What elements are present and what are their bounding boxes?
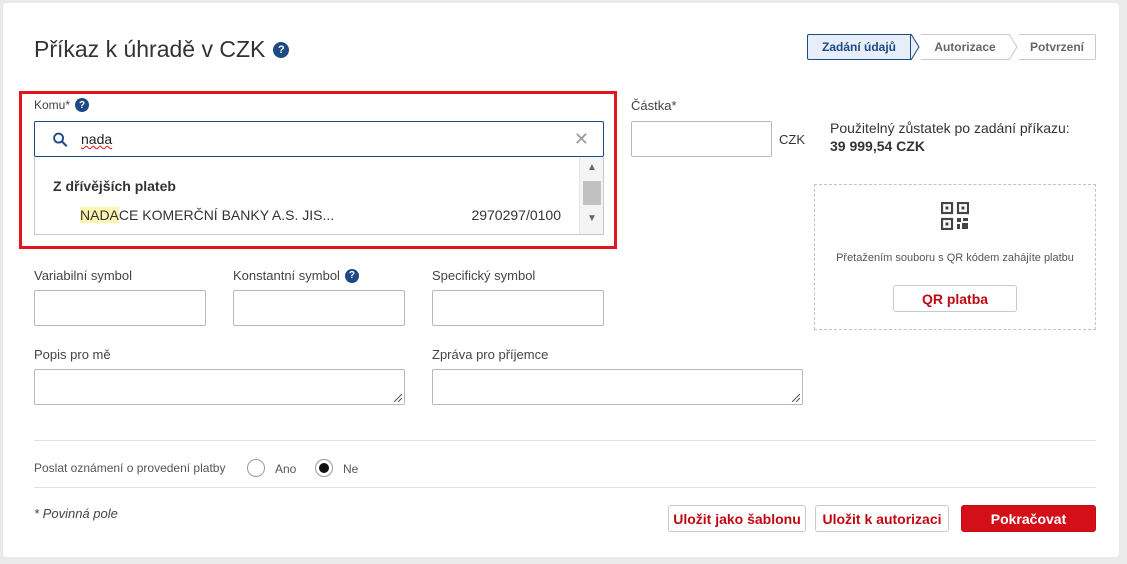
- question-circle-icon[interactable]: ?: [344, 268, 359, 283]
- step-autorizace: Autorizace: [921, 34, 1009, 60]
- payment-form-card: Příkaz k úhradě v CZK ? Zadání údajů Aut…: [3, 3, 1119, 557]
- radio-ne[interactable]: [315, 459, 333, 477]
- step-potvrzeni: Potvrzení: [1019, 34, 1096, 60]
- radio-ano-label[interactable]: Ano: [275, 462, 296, 476]
- recipient-message-label-text: Zpráva pro příjemce: [432, 347, 549, 362]
- highlight-box: [19, 91, 617, 249]
- step-zadani-udaju: Zadání údajů: [807, 34, 911, 60]
- qr-dropzone-text: Přetažením souboru s QR kódem zahájíte p…: [836, 252, 1074, 264]
- page-title-text: Příkaz k úhradě v CZK: [34, 36, 266, 62]
- constant-symbol-label-text: Konstantní symbol: [233, 268, 340, 283]
- save-template-button[interactable]: Uložit jako šablonu: [668, 505, 806, 532]
- continue-button[interactable]: Pokračovat: [961, 505, 1096, 532]
- step-label: Autorizace: [934, 40, 996, 54]
- recipient-message-textarea[interactable]: [432, 369, 803, 405]
- step-chevron-icon: [911, 34, 920, 60]
- progress-steps: Zadání údajů Autorizace Potvrzení: [807, 34, 1096, 60]
- question-circle-icon[interactable]: ?: [273, 41, 290, 58]
- radio-ano[interactable]: [247, 459, 265, 477]
- recipient-message-label: Zpráva pro příjemce: [432, 347, 548, 362]
- balance-value: 39 999,54 CZK: [830, 138, 925, 154]
- specific-symbol-label-text: Specifický symbol: [432, 268, 536, 283]
- variable-symbol-label: Variabilní symbol: [34, 268, 132, 283]
- step-label: Potvrzení: [1029, 40, 1084, 54]
- resize-handle-icon[interactable]: [790, 392, 800, 402]
- divider: [34, 440, 1096, 441]
- amount-label-text: Částka*: [631, 98, 677, 113]
- own-note-label: Popis pro mě: [34, 347, 111, 362]
- balance-label: Použitelný zůstatek po zadání příkazu:: [830, 120, 1070, 136]
- constant-symbol-label: Konstantní symbol ?: [233, 268, 359, 283]
- notification-label: Poslat oznámení o provedení platby: [34, 461, 226, 475]
- specific-symbol-input[interactable]: [432, 290, 604, 326]
- own-note-textarea[interactable]: [34, 369, 405, 405]
- page-title: Příkaz k úhradě v CZK ?: [34, 36, 290, 63]
- divider: [34, 487, 1096, 488]
- save-for-authorization-button[interactable]: Uložit k autorizaci: [815, 505, 949, 532]
- qr-dropzone[interactable]: Přetažením souboru s QR kódem zahájíte p…: [814, 184, 1096, 330]
- radio-ne-label[interactable]: Ne: [343, 462, 358, 476]
- amount-input[interactable]: [631, 121, 772, 157]
- specific-symbol-label: Specifický symbol: [432, 268, 535, 283]
- constant-symbol-input[interactable]: [233, 290, 405, 326]
- amount-label: Částka*: [631, 98, 677, 113]
- own-note-label-text: Popis pro mě: [34, 347, 111, 362]
- qr-code-icon: [941, 202, 969, 230]
- variable-symbol-input[interactable]: [34, 290, 206, 326]
- radio-selected-dot: [319, 463, 329, 473]
- resize-handle-icon[interactable]: [392, 392, 402, 402]
- step-chevron-icon: [1009, 34, 1018, 60]
- variable-symbol-label-text: Variabilní symbol: [34, 268, 133, 283]
- required-fields-note: * Povinná pole: [34, 506, 118, 521]
- currency-label: CZK: [779, 132, 805, 147]
- step-label: Zadání údajů: [821, 40, 896, 54]
- qr-payment-button[interactable]: QR platba: [893, 285, 1017, 312]
